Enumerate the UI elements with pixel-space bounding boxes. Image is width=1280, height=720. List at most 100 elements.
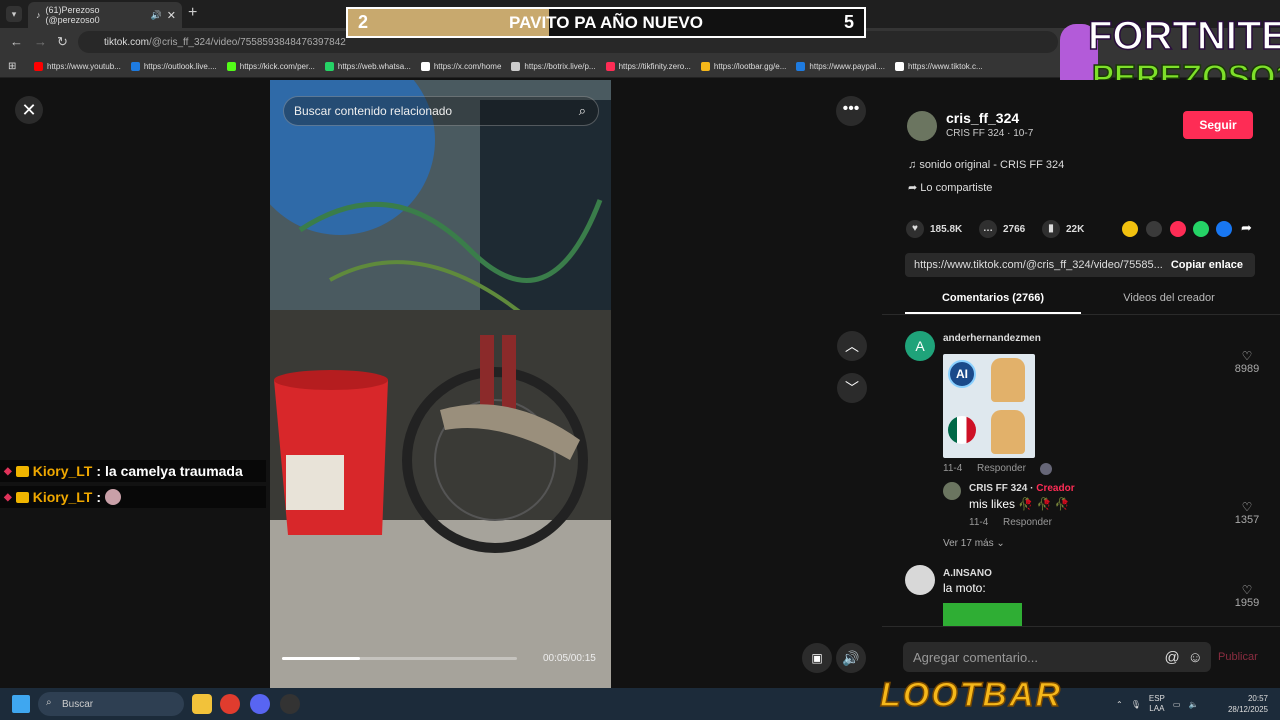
tiktok-friends-share-icon[interactable] (1170, 221, 1186, 237)
close-tab-icon[interactable]: ✕ (167, 9, 176, 22)
new-tab-button[interactable]: + (188, 4, 197, 22)
bookmark-item[interactable]: https://kick.com/per... (226, 62, 315, 71)
tab-search-button[interactable]: ▾ (6, 6, 22, 22)
bookmark-label: https://www.youtub... (47, 62, 121, 71)
comment-like[interactable]: ♡ 8989 (1227, 349, 1267, 375)
reply-avatar[interactable] (943, 482, 961, 500)
taskbar-search-label: Buscar (62, 698, 94, 710)
coins-share-icon[interactable] (1122, 221, 1138, 237)
bookmark-item[interactable]: https://outlook.live.... (130, 62, 217, 71)
more-options-icon[interactable]: ••• (836, 96, 866, 126)
comment-user[interactable]: anderhernandezmen (943, 333, 1041, 344)
chat-separator: : (96, 463, 102, 479)
embed-share-icon[interactable] (1146, 221, 1162, 237)
bookmark-item[interactable]: https://tikfinity.zero... (605, 62, 691, 71)
reload-icon[interactable]: ↻ (57, 34, 68, 50)
reply-reply-button[interactable]: Responder (1003, 517, 1052, 528)
comment-image[interactable] (943, 603, 1022, 626)
microphone-icon[interactable]: 🎙 (1131, 700, 1141, 709)
comment-avatar[interactable] (905, 565, 935, 595)
chat-message: ◆ Kiory_LT : la camelya traumada (0, 460, 266, 482)
volume-icon[interactable]: 🔊 (836, 643, 866, 673)
shared-indicator: ➦ Lo compartiste (908, 181, 992, 194)
creator-username[interactable]: cris_ff_324 (946, 110, 1019, 126)
ai-badge-icon: AI (948, 360, 976, 388)
more-share-icon[interactable]: ➦ (1241, 220, 1252, 236)
bookmark-item[interactable]: https://lootbar.gg/e... (700, 62, 787, 71)
network-icon[interactable]: ▭ (1173, 700, 1181, 709)
bookmark-label: https://lootbar.gg/e... (713, 62, 787, 71)
whatsapp-share-icon[interactable] (1193, 221, 1209, 237)
obs-icon[interactable] (280, 694, 300, 714)
video-progress-bar[interactable] (282, 657, 517, 660)
copy-link-button[interactable]: Copiar enlace (1171, 259, 1243, 271)
bookmark-item[interactable]: https://www.youtub... (34, 62, 121, 71)
lootbar-sponsor-logo: LOOTBAR (879, 675, 1063, 715)
bookmark-favicon-icon (894, 62, 904, 71)
reply-like-count: 1357 (1234, 514, 1260, 526)
back-icon[interactable]: ← (10, 34, 23, 49)
discord-icon[interactable] (250, 694, 270, 714)
reply-like[interactable]: ♡ 1357 (1227, 500, 1267, 526)
video-player[interactable] (270, 80, 611, 688)
browser-tab[interactable]: ♪ (61)Perezoso (@perezoso0 🔊 ✕ (28, 2, 182, 28)
save-stat[interactable]: ▮ 22K (1042, 220, 1084, 238)
apps-grid-icon[interactable]: ⊞ (8, 61, 16, 72)
comment-like[interactable]: ♡ 1959 (1227, 583, 1267, 609)
language-indicator[interactable]: ESP LAA (1149, 694, 1165, 714)
follow-button[interactable]: Seguir (1183, 111, 1253, 139)
taskbar-search[interactable]: ⌕ Buscar (38, 692, 184, 716)
publish-button[interactable]: Publicar (1218, 651, 1258, 663)
view-more-replies[interactable]: Ver 17 más ⌄ (943, 538, 1005, 549)
reply-user[interactable]: CRIS FF 324 (969, 483, 1027, 494)
taskbar-clock[interactable]: 20:57 28/12/2025 (1222, 693, 1268, 715)
comments-panel (882, 80, 1280, 688)
next-video-icon[interactable]: ﹀ (837, 373, 867, 403)
previous-video-icon[interactable]: ︿ (837, 331, 867, 361)
bookmark-item[interactable]: https://www.tiktok.c... (894, 62, 983, 71)
brand-top-text: FORTNITE (1087, 13, 1280, 59)
comment-stat[interactable]: … 2766 (979, 220, 1025, 238)
bookmark-favicon-icon (130, 62, 140, 71)
bookmark-item[interactable]: https://botrix.live/p... (511, 62, 596, 71)
creator-liked-icon (1040, 463, 1052, 475)
system-tray[interactable]: ⌃ 🎙 ESP LAA ▭ 🔈 (1116, 694, 1198, 714)
emoji-icon[interactable]: ☺ (1188, 649, 1203, 666)
tab-creator-videos[interactable]: Videos del creador (1081, 292, 1257, 304)
heart-icon: ♥ (906, 220, 924, 238)
shared-text: Lo compartiste (920, 182, 993, 194)
facebook-share-icon[interactable] (1216, 221, 1232, 237)
bookmark-item[interactable]: https://web.whatsa... (324, 62, 411, 71)
creator-tag: Creador (1036, 483, 1075, 494)
search-icon: ⌕ (46, 697, 52, 708)
comment-input[interactable]: Agregar comentario... @ ☺ (903, 642, 1211, 672)
comment-user[interactable]: A.INSANO (943, 568, 992, 579)
file-explorer-icon[interactable] (192, 694, 212, 714)
related-search-input[interactable]: Buscar contenido relacionado ⌕ (283, 96, 599, 126)
sound-link[interactable]: ♫ sonido original - CRIS FF 324 (908, 159, 1064, 171)
reply-button[interactable]: Responder (977, 463, 1026, 474)
picture-in-picture-icon[interactable]: ▣ (802, 643, 832, 673)
search-icon[interactable]: ⌕ (579, 103, 586, 119)
windows-start-icon[interactable] (12, 695, 30, 713)
composer-divider (882, 626, 1280, 627)
comment-avatar[interactable]: A (905, 331, 935, 361)
bookmark-item[interactable]: https://www.paypal.... (796, 62, 885, 71)
gem-icon: ◆ (4, 465, 12, 477)
like-stat[interactable]: ♥ 185.8K (906, 220, 962, 238)
mention-icon[interactable]: @ (1164, 649, 1179, 666)
speaker-icon[interactable]: 🔈 (1188, 700, 1198, 709)
bookmark-item[interactable]: https://x.com/home (420, 62, 502, 71)
close-video-button[interactable]: ✕ (15, 96, 43, 124)
creator-avatar[interactable] (907, 111, 937, 141)
tab-audio-icon[interactable]: 🔊 (151, 10, 162, 21)
bookmark-label: https://outlook.live.... (143, 62, 217, 71)
chrome-icon[interactable] (220, 694, 240, 714)
bookmark-label: https://x.com/home (433, 62, 502, 71)
chevron-up-icon[interactable]: ⌃ (1116, 700, 1123, 709)
lang-top: ESP (1148, 694, 1165, 703)
forward-icon[interactable]: → (34, 34, 47, 49)
comment-meme-image[interactable]: AI (943, 354, 1035, 458)
bookmark-label: https://tikfinity.zero... (618, 62, 691, 71)
tab-comments[interactable]: Comentarios (2766) (905, 292, 1081, 304)
